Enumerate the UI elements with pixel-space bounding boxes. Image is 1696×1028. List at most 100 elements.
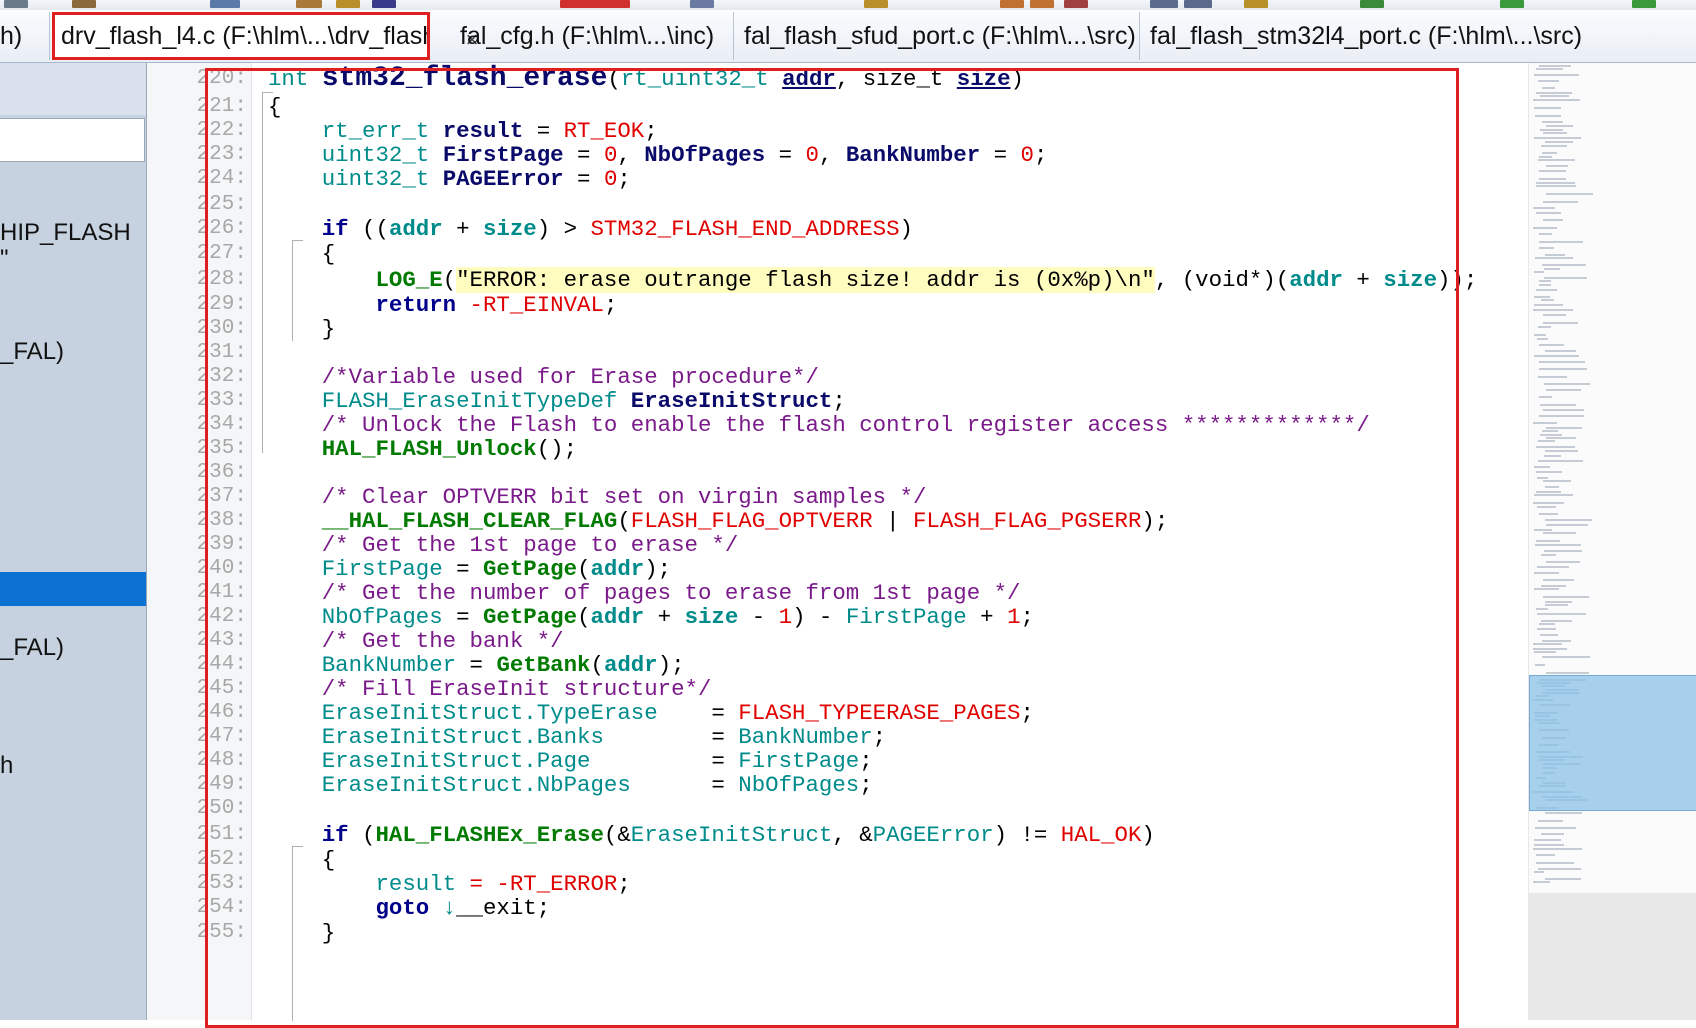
toolbar-icon[interactable] <box>1064 0 1088 8</box>
code-token: size <box>1383 267 1438 293</box>
minimap-line <box>1543 579 1574 581</box>
minimap-line <box>1542 87 1555 89</box>
tab-fal-cfg[interactable]: fal_cfg.h (F:\hlm\...\inc) <box>452 12 734 60</box>
code-token: ( <box>348 822 376 848</box>
code-token: ; <box>617 871 631 897</box>
minimap-line <box>1538 868 1581 870</box>
minimap-scroll-area[interactable] <box>1529 893 1696 1020</box>
tree-item[interactable]: h <box>0 749 146 783</box>
code-line: /*Variable used for Erase procedure*/ <box>268 364 819 390</box>
minimap-line <box>1535 827 1576 829</box>
jump-arrow-icon: ↓ <box>442 895 457 921</box>
code-line: if ((addr + size) > STM32_FLASH_END_ADDR… <box>268 216 913 242</box>
code-token: = <box>442 604 483 630</box>
minimap-line <box>1540 95 1569 97</box>
toolbar-icon[interactable] <box>1632 0 1656 8</box>
code-line: __HAL_FLASH_CLEAR_FLAG(FLASH_FLAG_OPTVER… <box>268 508 1169 534</box>
minimap-line <box>1539 241 1583 243</box>
minimap-line <box>1537 338 1548 340</box>
minimap-line <box>1545 486 1559 488</box>
minimap-line <box>1534 355 1579 357</box>
toolbar-icon[interactable] <box>1184 0 1212 8</box>
toolbar-icon[interactable] <box>864 0 888 8</box>
line-number: 237: <box>196 485 247 508</box>
code-token: if <box>321 822 349 848</box>
line-number: 224: <box>196 167 247 190</box>
tree-item-selected[interactable] <box>0 572 146 606</box>
toolbar-icon[interactable] <box>296 0 322 8</box>
code-line: FirstPage = GetPage(addr); <box>268 556 671 582</box>
tree-item[interactable]: _FAL) <box>0 335 146 369</box>
tab-previous[interactable]: h) <box>0 12 50 60</box>
code-editor[interactable]: int stm32_flash_erase(rt_uint32_t addr, … <box>252 63 1652 1020</box>
toolbar-icon[interactable] <box>72 0 96 8</box>
minimap-line <box>1534 137 1581 139</box>
code-line: { <box>268 241 335 267</box>
code-line: int stm32_flash_erase(rt_uint32_t addr, … <box>268 65 1024 93</box>
code-line: /* Get the 1st page to erase */ <box>268 532 739 558</box>
minimap-line <box>1541 554 1556 556</box>
code-token: ( <box>442 267 457 293</box>
code-token: ) - <box>792 604 846 630</box>
code-token: RT_ERROR <box>509 871 618 897</box>
tree-item[interactable]: " <box>0 242 146 276</box>
code-line: FLASH_EraseInitTypeDef EraseInitStruct; <box>268 388 846 414</box>
toolbar-icon[interactable] <box>210 0 240 8</box>
minimap[interactable] <box>1528 63 1696 1020</box>
toolbar-icon[interactable] <box>1030 0 1054 8</box>
code-token: , <box>617 142 645 168</box>
minimap-line <box>1536 608 1548 610</box>
code-token: EraseInitStruct.Banks <box>321 724 698 750</box>
code-token: HAL_FLASHEx_Erase <box>375 822 604 848</box>
tab-drv-flash-l4[interactable]: drv_flash_l4.c (F:\hlm\...\drv_flash) <box>52 12 430 60</box>
code-line: /* Fill EraseInit structure*/ <box>268 676 712 702</box>
minimap-line <box>1535 257 1573 259</box>
minimap-line <box>1542 264 1586 266</box>
minimap-line <box>1546 672 1589 674</box>
minimap-line <box>1539 284 1551 286</box>
code-token: = <box>697 724 739 750</box>
minimap-viewport[interactable] <box>1529 675 1696 811</box>
code-line: } <box>268 920 335 946</box>
toolbar-icon[interactable] <box>690 0 714 8</box>
tree-item[interactable]: _FAL) <box>0 631 146 665</box>
minimap-line <box>1543 219 1563 221</box>
toolbar-icon[interactable] <box>1150 0 1178 8</box>
toolbar-icon[interactable] <box>560 0 630 8</box>
line-number: 244: <box>196 653 247 676</box>
minimap-line <box>1540 129 1563 131</box>
toolbar-icon[interactable] <box>336 0 360 8</box>
minimap-line <box>1541 145 1567 147</box>
code-line: /* Get the bank */ <box>268 628 564 654</box>
code-token: = <box>697 700 739 726</box>
minimap-line <box>1534 529 1552 531</box>
toolbar-icon[interactable] <box>1360 0 1384 8</box>
code-line: BankNumber = GetBank(addr); <box>268 652 685 678</box>
minimap-line <box>1541 299 1554 301</box>
code-token: = <box>456 652 497 678</box>
minimap-line <box>1538 460 1583 462</box>
minimap-line <box>1537 477 1548 479</box>
code-token: ( <box>617 508 631 534</box>
line-number: 225: <box>196 193 247 216</box>
code-token: size <box>956 66 1011 92</box>
toolbar-icon[interactable] <box>1500 0 1524 8</box>
minimap-line <box>1536 854 1555 856</box>
panel-search-input[interactable] <box>0 118 145 162</box>
line-number: 241: <box>196 581 247 604</box>
line-number: 255: <box>196 921 247 944</box>
toolbar-icon[interactable] <box>4 0 28 8</box>
minimap-line <box>1536 185 1576 187</box>
toolbar-icon[interactable] <box>1244 0 1268 8</box>
code-token: result <box>375 871 457 897</box>
toolbar-icon[interactable] <box>372 0 396 8</box>
line-number: 232: <box>196 365 247 388</box>
tab-fal-flash-sfud-port[interactable]: fal_flash_sfud_port.c (F:\hlm\...\src) <box>736 12 1140 60</box>
code-comment: /* Get the bank */ <box>321 628 564 654</box>
tab-fal-flash-stm32l4-port[interactable]: fal_flash_stm32l4_port.c (F:\hlm\...\src… <box>1142 12 1696 60</box>
toolbar-icon[interactable] <box>1000 0 1024 8</box>
code-token: FLASH_FLAG_OPTVERR <box>630 508 873 534</box>
project-panel: HIP_FLASH " _FAL) _FAL) h <box>0 63 147 1020</box>
code-comment: /* Unlock the Flash to enable the flash … <box>321 412 1370 438</box>
